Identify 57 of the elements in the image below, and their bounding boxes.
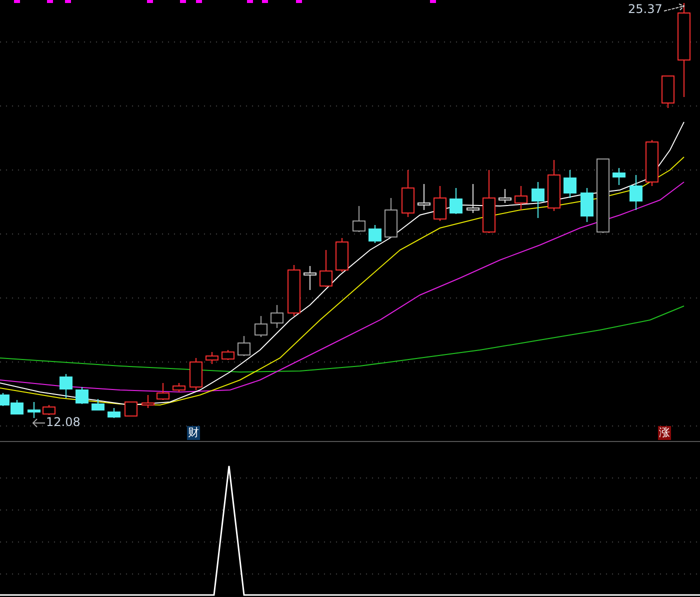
signal-tick-mark	[47, 0, 53, 3]
candlestick	[336, 238, 348, 272]
signal-tick-mark	[14, 0, 20, 3]
candlestick	[172, 382, 186, 392]
candlestick	[60, 374, 72, 398]
signal-tick-mark	[296, 0, 302, 3]
marker-badge: 涨	[658, 426, 671, 440]
signal-tick-mark	[247, 0, 253, 3]
candlestick	[482, 170, 496, 234]
low-price-label: 12.08	[46, 415, 80, 429]
candlestick	[450, 188, 462, 214]
arrow-icon	[664, 3, 686, 13]
signal-tick-mark	[196, 0, 202, 3]
candlestick	[564, 170, 576, 198]
candlestick	[288, 264, 300, 316]
candlestick	[222, 350, 234, 360]
candlestick	[142, 394, 154, 408]
candlestick	[498, 188, 512, 204]
candlestick	[384, 198, 398, 238]
candlestick	[108, 408, 120, 418]
candlestick	[352, 206, 366, 232]
candlestick	[580, 188, 594, 222]
candlestick	[190, 358, 202, 390]
candlestick	[418, 184, 430, 210]
candlestick	[402, 170, 414, 218]
candlestick	[0, 392, 10, 406]
high-price-label: 25.37	[628, 2, 662, 16]
signal-tick-mark	[147, 0, 153, 3]
candlestick	[156, 382, 170, 400]
candlestick	[630, 174, 642, 210]
marker-badge: 财	[187, 426, 200, 440]
candlestick	[612, 168, 626, 186]
signal-tick-mark	[180, 0, 186, 3]
candlestick	[466, 184, 480, 214]
candlestick	[76, 386, 88, 404]
candlestick	[238, 336, 250, 356]
candlestick	[662, 76, 674, 108]
candlestick	[206, 352, 218, 364]
candlestick	[514, 186, 528, 210]
candlestick	[42, 404, 56, 416]
signal-tick-mark	[65, 0, 71, 3]
signal-tick-mark	[262, 0, 268, 3]
candlestick	[28, 402, 40, 418]
candlestick	[92, 398, 104, 410]
candlestick	[254, 316, 268, 338]
candlestick	[304, 266, 316, 290]
arrow-icon	[32, 418, 46, 428]
candlestick	[270, 304, 284, 328]
candlestick	[646, 140, 658, 186]
signal-tick-mark	[430, 0, 436, 3]
candlestick	[532, 182, 544, 218]
candlestick	[368, 224, 382, 244]
candlestick	[320, 250, 332, 288]
candlestick	[10, 400, 24, 414]
candlestick	[434, 186, 446, 222]
candlestick	[124, 402, 138, 416]
candlestick	[548, 160, 560, 212]
